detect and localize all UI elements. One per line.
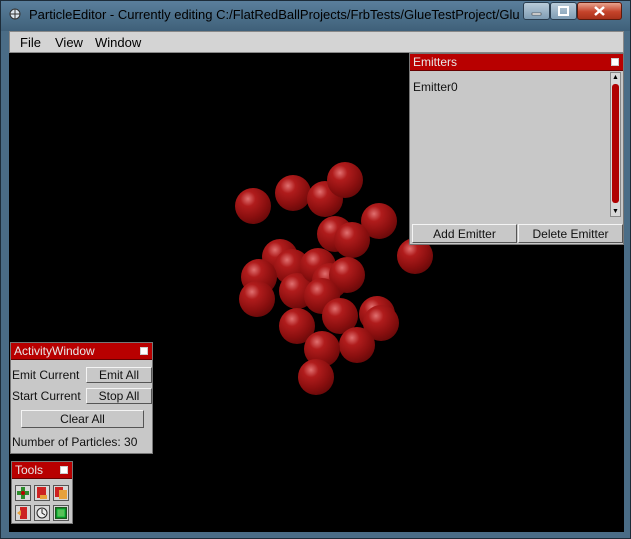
particle [275, 175, 311, 211]
scale-tool-icon[interactable] [53, 505, 69, 521]
particle [239, 281, 275, 317]
particle-editor-icon [9, 8, 21, 20]
maximize-button[interactable] [550, 2, 577, 20]
activity-window-title[interactable]: ActivityWindow [11, 343, 152, 360]
emitter-list-scrollbar[interactable]: ▲ ▼ [610, 72, 621, 217]
particle [235, 188, 271, 224]
particle [334, 222, 370, 258]
emitter-export-icon[interactable] [15, 505, 31, 521]
emit-current-label[interactable]: Emit Current [12, 368, 79, 382]
activity-window: ActivityWindow Emit Current Emit All Sta… [10, 342, 153, 454]
emitter-add-icon[interactable] [34, 485, 50, 501]
emitters-window: Emitters Emitter0 ▲ ▼ Add Emitter Delete… [409, 53, 624, 245]
close-icon [594, 6, 605, 16]
particle-viewport[interactable]: ActivityWindow Emit Current Emit All Sta… [9, 53, 624, 532]
minimize-icon [531, 12, 542, 16]
particle [339, 327, 375, 363]
clear-all-button[interactable]: Clear All [21, 410, 144, 428]
particle [298, 359, 334, 395]
tools-window: Tools [11, 461, 73, 524]
add-emitter-button[interactable]: Add Emitter [412, 224, 517, 243]
close-icon[interactable] [60, 466, 68, 474]
move-tool-icon[interactable] [15, 485, 31, 501]
menu-view[interactable]: View [55, 35, 83, 50]
close-icon[interactable] [611, 58, 619, 66]
scroll-down-icon[interactable]: ▼ [611, 207, 620, 216]
rotate-tool-icon[interactable] [34, 505, 50, 521]
maximize-icon [558, 6, 569, 16]
menu-bar: File View Window [9, 31, 624, 53]
emitter-list[interactable]: Emitter0 [412, 74, 612, 219]
emitters-window-title[interactable]: Emitters [410, 54, 623, 71]
client-area: File View Window ActivityWindow Emit Cur… [9, 31, 624, 532]
scroll-thumb[interactable] [612, 84, 619, 203]
window-title: ParticleEditor - Currently editing C:/Fl… [29, 7, 519, 22]
minimize-button[interactable] [523, 2, 550, 20]
title-bar[interactable]: ParticleEditor - Currently editing C:/Fl… [1, 1, 630, 27]
emit-all-button[interactable]: Emit All [86, 367, 152, 383]
stop-all-button[interactable]: Stop All [86, 388, 152, 404]
particle-count-label: Number of Particles: 30 [12, 435, 138, 449]
menu-file[interactable]: File [20, 35, 41, 50]
close-window-button[interactable] [577, 2, 622, 20]
particle [327, 162, 363, 198]
list-item[interactable]: Emitter0 [413, 80, 458, 94]
delete-emitter-button[interactable]: Delete Emitter [518, 224, 623, 243]
close-icon[interactable] [140, 347, 148, 355]
app-window: ParticleEditor - Currently editing C:/Fl… [0, 0, 631, 539]
menu-window[interactable]: Window [95, 35, 141, 50]
scroll-up-icon[interactable]: ▲ [611, 73, 620, 82]
start-current-label[interactable]: Start Current [12, 389, 81, 403]
emitter-copy-icon[interactable] [53, 485, 69, 501]
